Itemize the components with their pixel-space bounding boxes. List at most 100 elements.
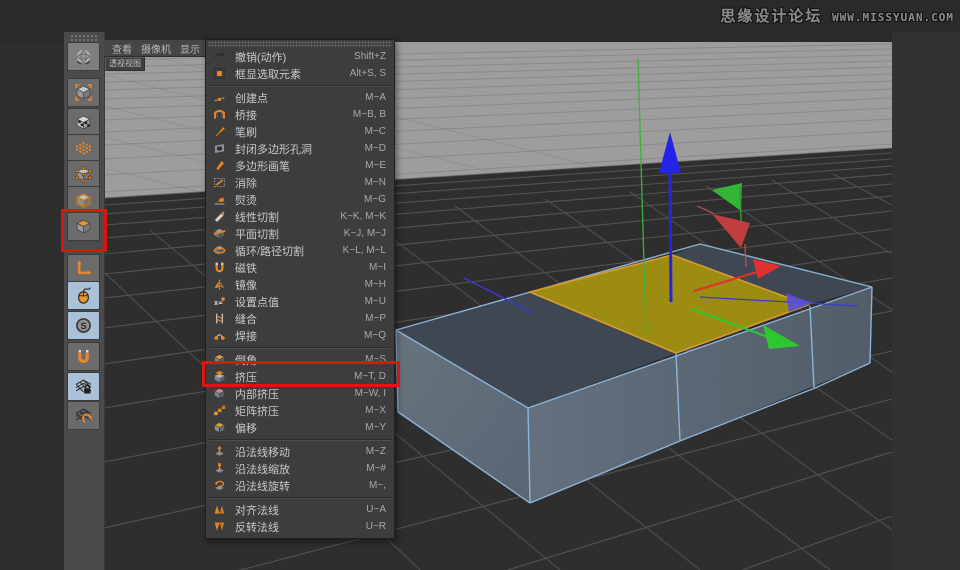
menu-item-label: 磁铁 [235,262,257,275]
menu-item-shortcut: M~N [364,177,386,188]
menu-item-label: 对齐法线 [235,504,279,517]
watermark-site-name: 思缘设计论坛 [720,7,823,25]
menu-item-shortcut: Alt+S, S [349,68,386,79]
undo-icon [213,50,227,64]
up-arrow-shaft[interactable] [668,169,673,303]
right-panel-strip [892,32,960,570]
menu-item-shortcut: U~A [366,504,386,515]
create-point-icon [213,91,227,105]
menu-item-undo[interactable]: 撤销(动作) Shift+Z [206,48,394,65]
menu-item-loop-cut[interactable]: 循环/路径切割 K~L, M~L [206,242,394,259]
tool-texture-mode[interactable] [67,108,100,137]
menu-item-smooth-shift[interactable]: 偏移 M~Y [206,419,394,436]
menu-item-set-point-value[interactable]: x= 设置点值 M~U [206,293,394,310]
menu-item-shortcut: M~A [365,92,386,103]
menu-item-polygon-pen[interactable]: 多边形画笔 M~E [206,157,394,174]
line-cut-icon [213,210,227,224]
tool-workplane-rotate[interactable] [67,401,100,430]
viewport-menu-2[interactable]: 显示 [180,41,200,56]
tool-viewport-solo[interactable]: S [67,311,100,340]
menu-item-label: 笔刷 [235,126,257,139]
menu-separator [206,436,394,443]
tool-model-mode[interactable] [67,78,100,107]
menu-item-label: 封闭多边形孔洞 [235,143,312,156]
tool-make-editable[interactable] [67,42,100,71]
menu-item-shortcut: M~C [364,126,386,137]
mouse-icon [77,287,91,304]
menu-item-label: 沿法线缩放 [235,463,290,476]
tool-snap[interactable] [67,342,100,371]
menu-item-align-normals[interactable]: 对齐法线 U~A [206,501,394,518]
menu-item-label: 循环/路径切割 [235,245,305,258]
cube-model-icon [75,84,92,101]
menu-item-create-point[interactable]: 创建点 M~A [206,89,394,106]
menu-item-iron[interactable]: 熨烫 M~G [206,191,394,208]
menu-item-bevel[interactable]: 倒角 M~S [206,351,394,368]
tool-edge-mode[interactable] [67,186,100,215]
menu-item-label: 沿法线移动 [235,446,290,459]
menu-item-weld[interactable]: 焊接 M~Q [206,327,394,344]
menu-item-shortcut: K~J, M~J [343,228,386,239]
toolbar-drag-handle[interactable] [70,34,98,41]
svg-text:S: S [80,321,86,332]
menu-item-dissolve[interactable]: 消除 M~N [206,174,394,191]
axis-arrow-icon [76,260,92,276]
menu-item-stitch[interactable]: 缝合 M~P [206,310,394,327]
viewport-scene [104,32,892,570]
inner-extrude-icon [213,387,227,401]
menu-item-normal-scale[interactable]: 沿法线缩放 M~# [206,460,394,477]
menu-item-mirror[interactable]: 镜像 M~H [206,276,394,293]
menu-tearoff-strip[interactable] [208,41,392,47]
stitch-icon [213,312,227,326]
menu-item-line-cut[interactable]: 线性切割 K~K, M~K [206,208,394,225]
normal-rotate-icon [213,479,227,493]
matrix-extrude-icon [213,404,227,418]
cube-edges-icon [75,193,92,208]
cube-polygon-icon [76,219,91,234]
align-normals-icon [213,503,227,517]
magnet-small-icon [213,261,227,275]
tool-point-mode[interactable] [67,160,100,189]
cube-points-icon [75,166,92,183]
menu-item-shortcut: M~B, B [352,109,386,120]
menu-item-label: 矩阵挤压 [235,405,279,418]
viewport-menu-1[interactable]: 摄像机 [141,41,171,56]
tool-enable-axis[interactable] [67,254,100,283]
menu-item-inner-extrude[interactable]: 内部挤压 M~W, I [206,385,394,402]
menu-item-label: 缝合 [235,313,257,326]
brush-icon [213,125,227,139]
menu-item-extrude[interactable]: 挤压 M~T, D [206,368,394,385]
weld-icon [213,329,227,343]
menu-item-shortcut: M~W, I [354,388,386,399]
s-circle-icon: S [76,318,91,333]
menu-item-label: 多边形画笔 [235,160,290,173]
normal-scale-icon [213,462,227,476]
menu-item-frame-select[interactable]: 框显选取元素 Alt+S, S [206,65,394,82]
mirror-icon [213,278,227,292]
normal-move-icon [213,445,227,459]
menu-item-shortcut: M~Z [365,446,386,457]
menu-item-plane-cut[interactable]: 平面切割 K~J, M~J [206,225,394,242]
menu-item-reverse-normals[interactable]: 反转法线 U~R [206,518,394,535]
tool-workplane-mode[interactable] [67,134,100,163]
tool-mouse-tool[interactable] [67,281,100,310]
menu-item-normal-move[interactable]: 沿法线移动 M~Z [206,443,394,460]
smooth-shift-icon [213,421,227,435]
menu-item-magnet-small[interactable]: 磁铁 M~I [206,259,394,276]
menu-item-normal-rotate[interactable]: 沿法线旋转 M~, [206,477,394,494]
menu-item-shortcut: M~P [365,313,386,324]
menu-item-shortcut: K~K, M~K [340,211,386,222]
frame-select-icon [213,67,227,81]
menu-item-shortcut: M~X [365,405,386,416]
menu-item-brush[interactable]: 笔刷 M~C [206,123,394,140]
menu-item-close-hole[interactable]: 封闭多边形孔洞 M~D [206,140,394,157]
watermark: 思缘设计论坛 WWW.MISSYUAN.COM [720,5,954,26]
menu-item-shortcut: M~H [364,279,386,290]
tool-polygon-mode[interactable] [67,212,100,241]
viewport-menu-0[interactable]: 查看 [112,41,132,56]
menu-item-label: 平面切割 [235,228,279,241]
menu-item-matrix-extrude[interactable]: 矩阵挤压 M~X [206,402,394,419]
globe-icon [76,50,91,65]
menu-item-bridge[interactable]: 桥接 M~B, B [206,106,394,123]
tool-workplane-lock[interactable] [67,372,100,401]
